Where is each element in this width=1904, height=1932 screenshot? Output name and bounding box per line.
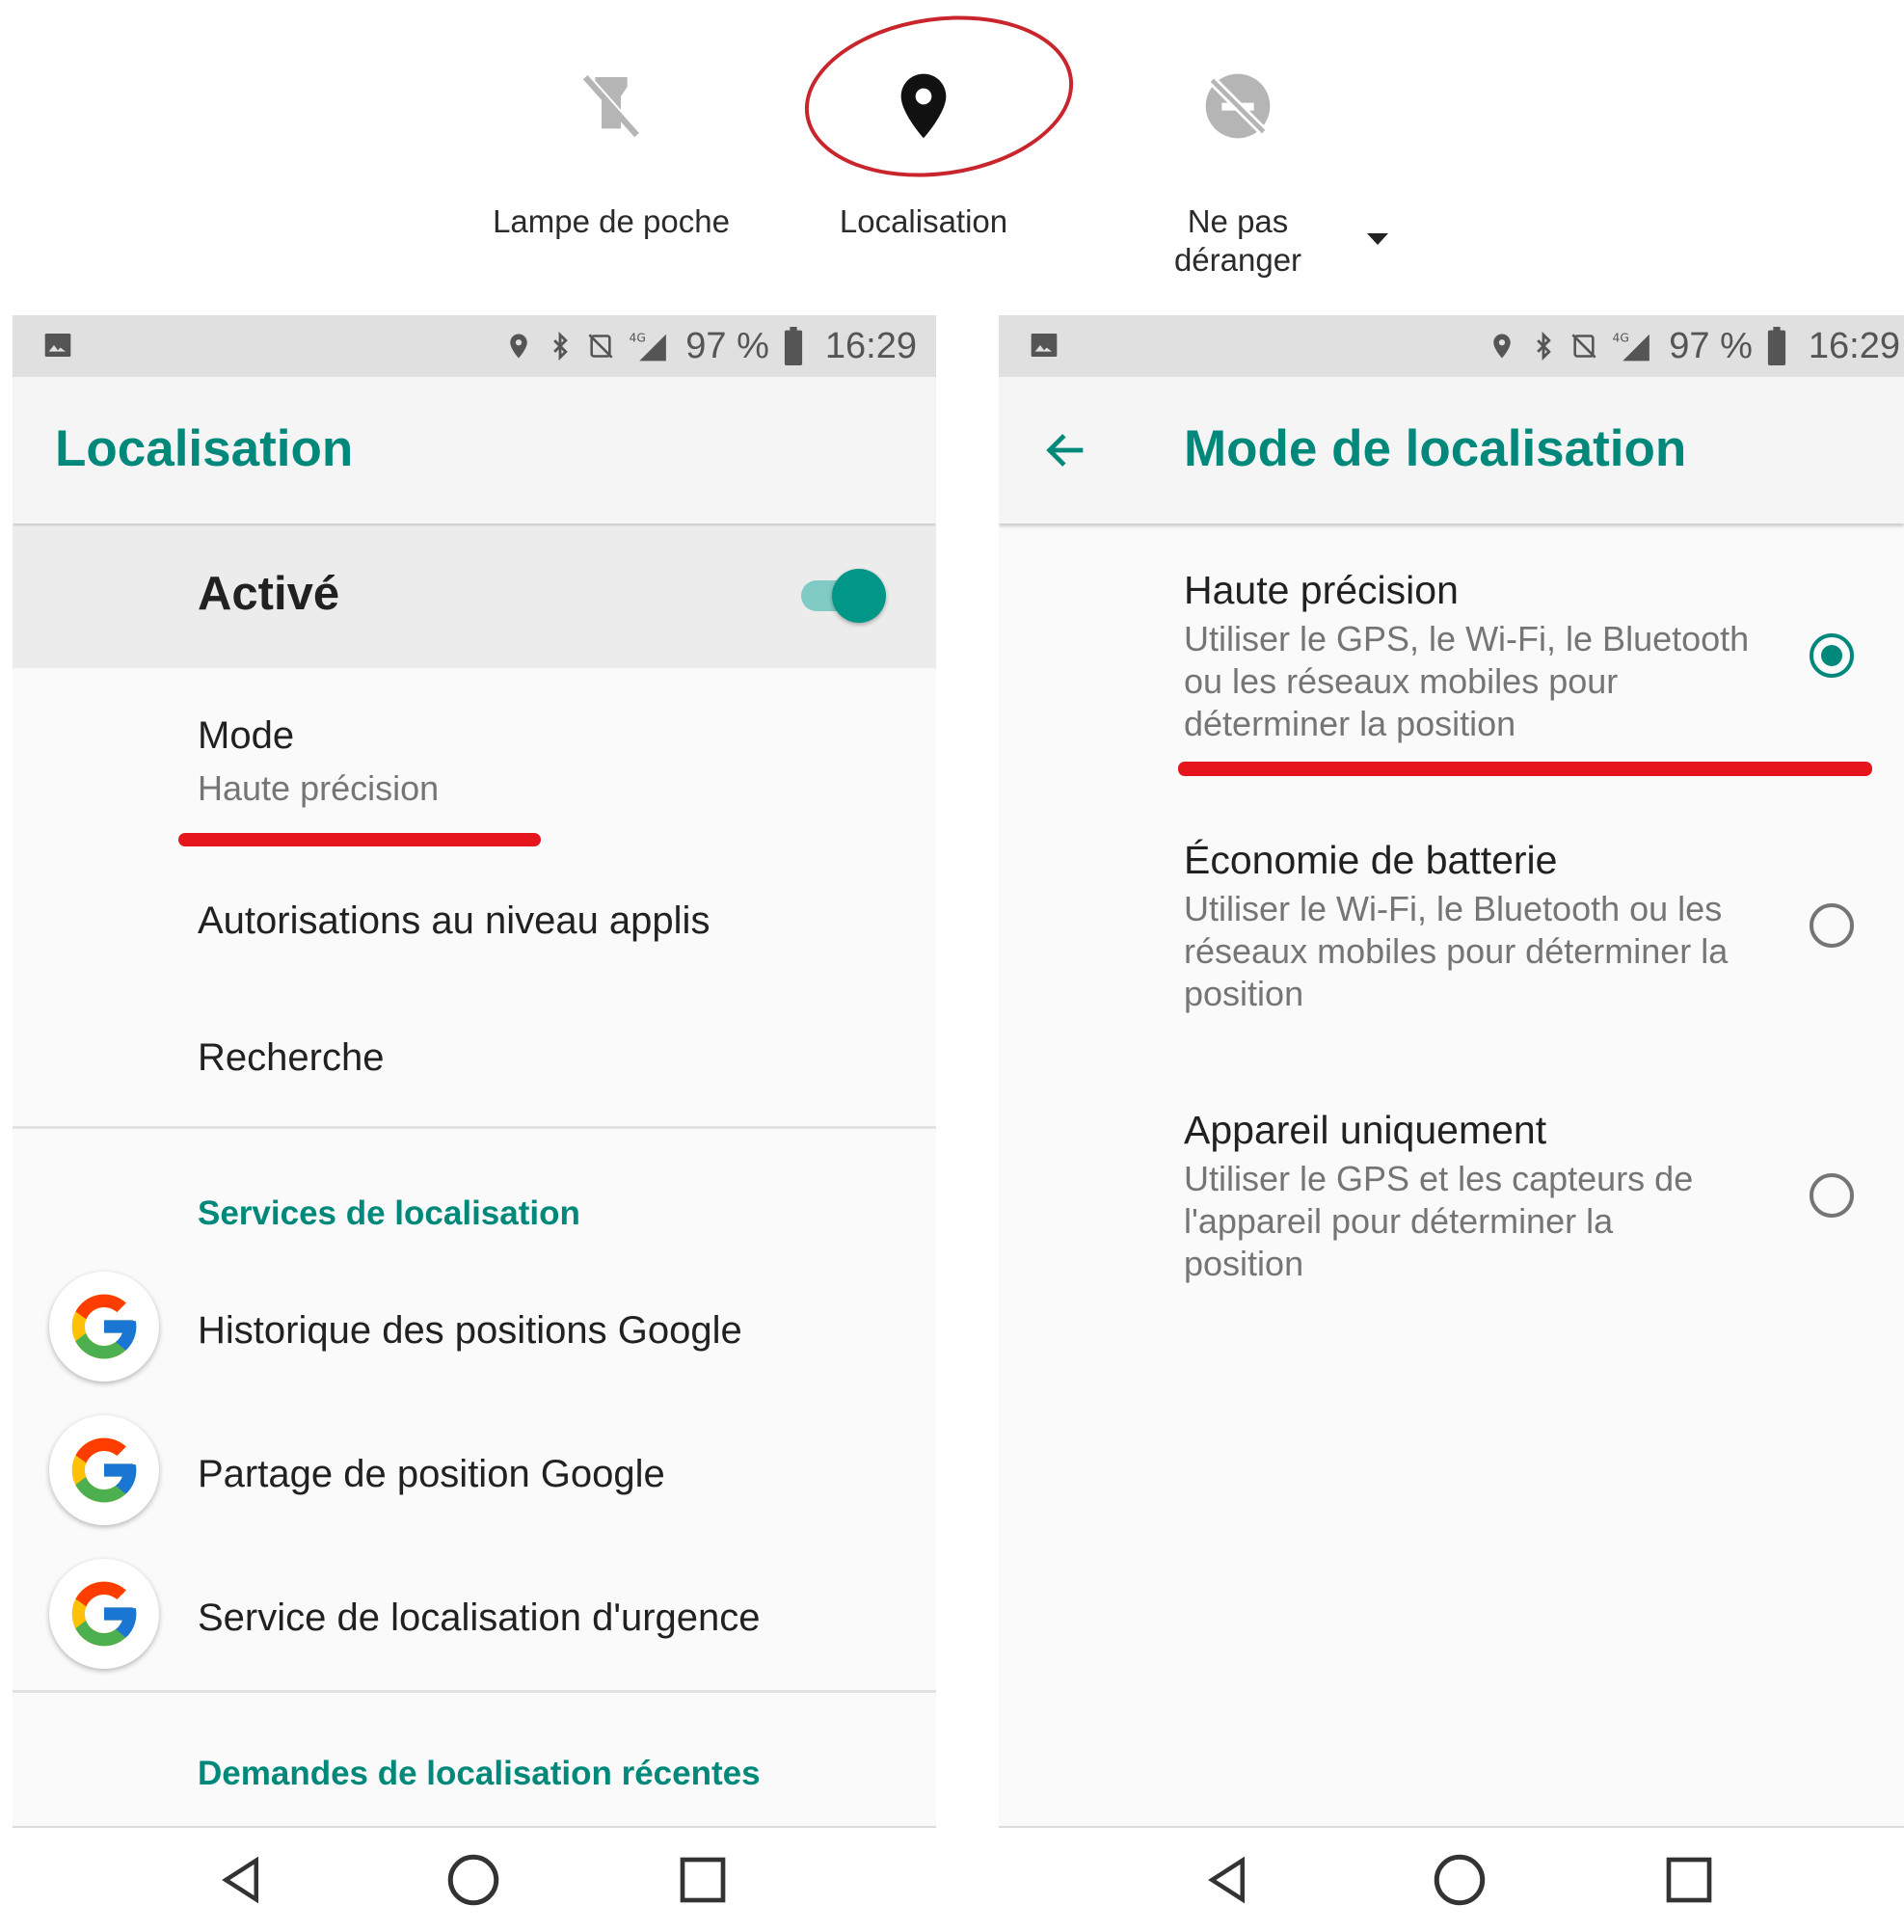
location-status-icon	[1493, 334, 1512, 359]
option-title: Économie de batterie	[1184, 838, 1558, 882]
flashlight-off-icon	[573, 67, 650, 145]
highlight-underline	[1178, 762, 1872, 776]
expand-caret-icon[interactable]	[1367, 233, 1388, 245]
do-not-disturb-off-icon	[1199, 67, 1276, 145]
battery-icon	[1767, 327, 1785, 365]
service-item-sharing[interactable]: Partage de position Google	[198, 1453, 665, 1496]
qs-label-flashlight: Lampe de poche	[493, 203, 730, 239]
option-description: Utiliser le GPS, le Wi-Fi, le Bluetooth …	[1184, 619, 1750, 743]
nfc-icon	[1571, 334, 1596, 359]
mode-title: Mode	[198, 714, 295, 757]
svg-text:4G: 4G	[630, 331, 646, 344]
recent-requests-header: Demandes de localisation récentes	[198, 1755, 761, 1792]
qs-tile-dnd[interactable]: Ne pas déranger	[1084, 39, 1392, 289]
clock: 16:29	[824, 325, 917, 366]
master-switch-label: Activé	[198, 568, 340, 620]
toggle-knob[interactable]	[832, 569, 886, 623]
back-nav-icon[interactable]	[215, 1851, 267, 1909]
app-permissions-item[interactable]: Autorisations au niveau applis	[198, 899, 710, 943]
image-notification-icon	[44, 334, 71, 357]
service-item-history[interactable]: Historique des positions Google	[198, 1309, 742, 1353]
page-title: Mode de localisation	[1184, 420, 1687, 477]
back-arrow-icon[interactable]	[1041, 425, 1091, 475]
mode-value: Haute précision	[198, 768, 440, 808]
recents-nav-icon[interactable]	[676, 1853, 730, 1907]
bluetooth-icon	[1537, 331, 1552, 362]
location-settings-screen: 4G 97 % 16:29 Localisation Activé Mode H…	[13, 315, 936, 1932]
google-logo-icon	[49, 1559, 159, 1669]
app-bar: Localisation	[13, 377, 936, 523]
master-switch-row[interactable]: Activé	[13, 526, 936, 668]
services-header: Services de localisation	[198, 1194, 580, 1232]
status-bar: 4G 97 % 16:29	[999, 315, 1904, 377]
home-nav-icon[interactable]	[1431, 1851, 1488, 1909]
home-nav-icon[interactable]	[444, 1851, 502, 1909]
google-logo-icon	[49, 1272, 159, 1382]
divider	[13, 1690, 936, 1693]
page-title: Localisation	[55, 420, 354, 477]
svg-text:4G: 4G	[1613, 331, 1629, 344]
option-description: Utiliser le Wi-Fi, le Bluetooth ou les r…	[1184, 889, 1729, 1013]
option-title: Haute précision	[1184, 568, 1459, 612]
app-bar: Mode de localisation	[999, 377, 1904, 523]
signal-4g-icon: 4G	[630, 331, 667, 362]
radio-unselected[interactable]	[1810, 1173, 1854, 1218]
google-logo-icon	[49, 1415, 159, 1525]
signal-4g-icon: 4G	[1613, 331, 1650, 362]
location-mode-screen: 4G 97 % 16:29 Mode de localisation Haute…	[999, 315, 1904, 1932]
radio-selected[interactable]	[1810, 633, 1854, 678]
back-nav-icon[interactable]	[1201, 1851, 1253, 1909]
battery-icon	[784, 327, 802, 365]
highlight-underline	[178, 833, 541, 846]
radio-unselected[interactable]	[1810, 903, 1854, 948]
nav-bar	[999, 1826, 1904, 1932]
nfc-icon	[588, 334, 613, 359]
qs-label-dnd: Ne pas déranger	[1173, 203, 1302, 278]
image-notification-icon	[1031, 334, 1058, 357]
service-item-emergency[interactable]: Service de localisation d'urgence	[198, 1597, 761, 1640]
nav-bar	[13, 1826, 936, 1932]
qs-tile-flashlight[interactable]: Lampe de poche	[457, 39, 765, 289]
recents-nav-icon[interactable]	[1662, 1853, 1716, 1907]
bluetooth-icon	[553, 331, 569, 362]
battery-percent: 97 %	[685, 325, 769, 366]
status-bar: 4G 97 % 16:29	[13, 315, 936, 377]
option-title: Appareil uniquement	[1184, 1108, 1547, 1152]
qs-label-location: Localisation	[839, 203, 1008, 239]
divider	[13, 1126, 936, 1129]
clock: 16:29	[1808, 325, 1900, 366]
option-description: Utiliser le GPS et les capteurs de l'app…	[1184, 1159, 1694, 1283]
scanning-item[interactable]: Recherche	[198, 1036, 384, 1080]
location-status-icon	[510, 334, 528, 359]
battery-percent: 97 %	[1669, 325, 1753, 366]
